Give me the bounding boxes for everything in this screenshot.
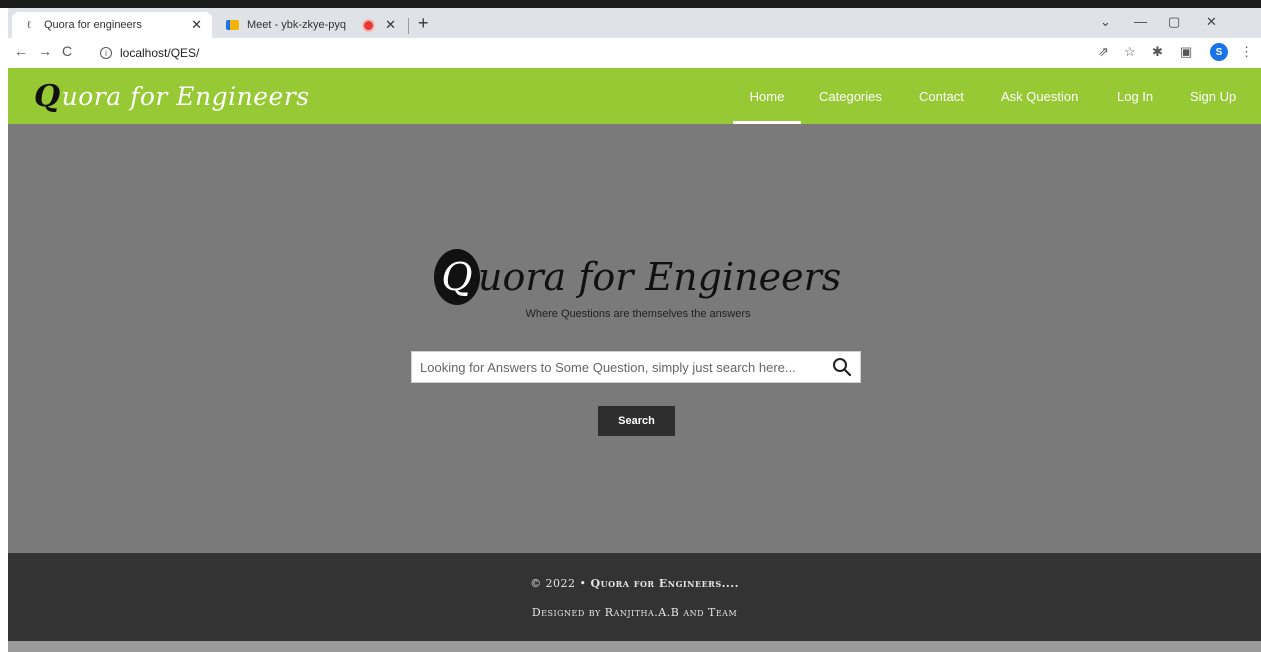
search-icon[interactable]	[824, 352, 860, 382]
site-header: Q uora for Engineers Home Categories Con…	[8, 68, 1261, 124]
tab-meet[interactable]: Meet - ybk-zkye-pyq ✕	[216, 12, 406, 38]
search-input[interactable]	[412, 352, 824, 382]
maximize-icon[interactable]: ▢	[1168, 14, 1180, 30]
logo-text: uora for Engineers	[61, 82, 310, 111]
extensions-icon[interactable]: ✱	[1152, 44, 1163, 60]
menu-kebab-icon[interactable]: ⋮	[1240, 44, 1253, 60]
side-panel-icon[interactable]: ▣	[1180, 44, 1192, 60]
close-window-icon[interactable]: ✕	[1206, 14, 1217, 30]
new-tab-icon[interactable]: +	[418, 13, 429, 34]
recording-icon	[364, 20, 374, 30]
nav-ask-question[interactable]: Ask Question	[1001, 68, 1078, 124]
hero-section: Q uora for Engineers Where Questions are…	[8, 124, 1261, 553]
copyright-name: Quora for Engineers....	[590, 577, 739, 590]
url-text: localhost/QES/	[120, 46, 200, 60]
profile-avatar[interactable]: S	[1210, 43, 1228, 61]
tab-close-icon[interactable]: ✕	[191, 17, 202, 33]
browser-chrome: ℓ Quora for engineers ✕ Meet - ybk-zkye-…	[8, 8, 1261, 68]
meet-favicon-icon	[226, 20, 239, 30]
nav-contact[interactable]: Contact	[919, 68, 964, 124]
page-bottom-strip	[8, 641, 1261, 652]
hero-logo: Q uora for Engineers	[434, 249, 854, 305]
search-button[interactable]: Search	[598, 406, 675, 436]
logo-initial: Q	[34, 79, 61, 114]
tab-close-icon[interactable]: ✕	[385, 17, 396, 33]
tab-search-icon[interactable]: ⌄	[1100, 14, 1111, 30]
copyright-prefix: © 2022 •	[530, 577, 587, 590]
site-footer: © 2022 • Quora for Engineers.... Designe…	[8, 553, 1261, 641]
site-logo[interactable]: Q uora for Engineers	[34, 79, 310, 114]
quora-favicon-icon: ℓ	[27, 19, 31, 31]
url-field[interactable]: i localhost/QES/	[100, 41, 199, 65]
back-icon[interactable]: ←	[14, 43, 28, 59]
hero-logo-text: uora for Engineers	[478, 255, 842, 299]
search-box	[411, 351, 861, 383]
forward-icon[interactable]: →	[38, 43, 52, 59]
site-info-icon[interactable]: i	[100, 47, 112, 59]
footer-copyright: © 2022 • Quora for Engineers....	[8, 577, 1261, 590]
hero-logo-initial: Q	[434, 249, 480, 305]
address-bar: ← → C i localhost/QES/ ⇗ ☆ ✱ ▣ S ⋮	[8, 38, 1261, 68]
nav-home[interactable]: Home	[733, 68, 801, 124]
window-top-bar	[0, 0, 1261, 8]
nav-sign-up[interactable]: Sign Up	[1190, 68, 1236, 124]
tab-quora[interactable]: ℓ Quora for engineers ✕	[12, 12, 212, 38]
reload-icon[interactable]: C	[62, 43, 72, 59]
share-icon[interactable]: ⇗	[1098, 44, 1109, 60]
nav-categories[interactable]: Categories	[819, 68, 882, 124]
bookmark-star-icon[interactable]: ☆	[1124, 44, 1136, 60]
tab-title: Quora for engineers	[44, 19, 142, 31]
tab-strip: ℓ Quora for engineers ✕ Meet - ybk-zkye-…	[8, 8, 1261, 38]
minimize-icon[interactable]: —	[1134, 14, 1147, 29]
tab-title: Meet - ybk-zkye-pyq	[247, 19, 347, 31]
nav-log-in[interactable]: Log In	[1117, 68, 1153, 124]
footer-credit: Designed by Ranjitha.A.B and Team	[531, 606, 738, 619]
tab-separator	[408, 18, 409, 34]
hero-tagline: Where Questions are themselves the answe…	[525, 308, 751, 320]
